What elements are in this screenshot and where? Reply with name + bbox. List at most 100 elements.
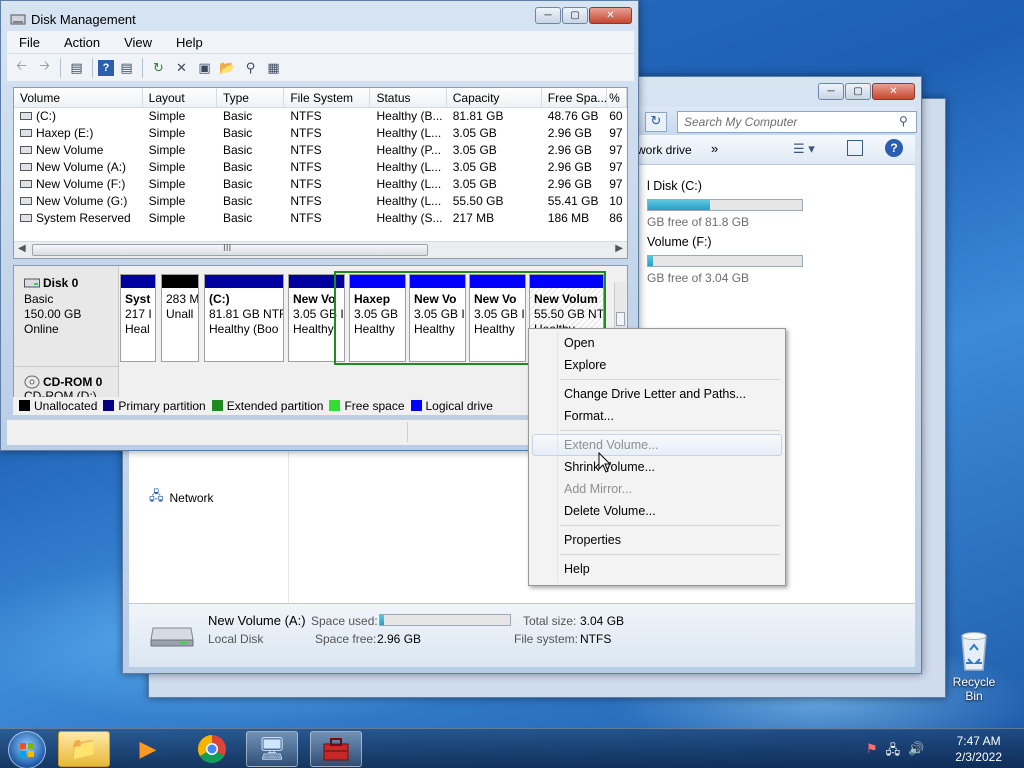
computer-management-icon: 🖥 — [258, 736, 286, 761]
start-button[interactable] — [8, 731, 46, 768]
col-free-space[interactable]: Free Spa... — [542, 88, 608, 107]
col-volume[interactable]: Volume — [14, 88, 143, 107]
menu-item-help[interactable]: Help — [532, 558, 782, 580]
volume-row[interactable]: New Volume (G:) Simple Basic NTFS Healthy (L… — [14, 193, 627, 210]
clock-time: 7:47 AM — [956, 734, 1001, 748]
minimize-button[interactable]: ─ — [818, 83, 844, 100]
refresh-icon[interactable]: ↻ — [645, 112, 667, 132]
menu-action[interactable]: Action — [52, 35, 112, 50]
cell-free: 186 MB — [547, 211, 590, 225]
view-icon[interactable]: ▦ — [263, 57, 284, 78]
volume-row[interactable]: New Volume (A:) Simple Basic NTFS Healthy (L… — [14, 159, 627, 176]
minimize-button[interactable]: ─ — [535, 7, 561, 24]
menu-item-format[interactable]: Format... — [532, 405, 782, 427]
drive-f-usage-bar — [647, 255, 803, 267]
menu-file[interactable]: File — [7, 35, 52, 50]
cell-type: Basic — [222, 160, 253, 174]
properties-icon[interactable]: ▣ — [194, 57, 215, 78]
col-status[interactable]: Status — [370, 88, 447, 107]
cell-free: 2.96 GB — [547, 143, 592, 157]
close-button[interactable]: ✕ — [589, 7, 632, 24]
volume-row[interactable]: Haxep (E:) Simple Basic NTFS Healthy (L... 3.… — [14, 125, 627, 142]
drive-f-name[interactable]: Volume (F:) — [647, 235, 712, 249]
more-commands-chevron-icon[interactable]: » — [711, 141, 718, 156]
network-icon: 🖧 — [149, 488, 164, 503]
toolbar: 🡠 🡢 ▤ ? ▤ ↻ ✕ ▣ 📂 ⚲ ▦ — [7, 53, 634, 81]
partition-block[interactable]: (C:) 81.81 GB NTF Healthy (Boo — [204, 274, 284, 362]
col-layout[interactable]: Layout — [143, 88, 217, 107]
menu-item-properties[interactable]: Properties — [532, 529, 782, 551]
horizontal-scrollbar[interactable]: ◀ III ▶ — [14, 241, 627, 258]
show-hide-console-tree-icon[interactable]: ▤ — [66, 57, 87, 78]
cell-capacity: 3.05 GB — [452, 160, 497, 174]
partition-block[interactable]: 283 M Unall — [161, 274, 199, 362]
map-network-drive-button[interactable]: work drive — [637, 143, 692, 157]
cell-layout: Simple — [148, 160, 186, 174]
disk-0-type: Basic — [24, 292, 54, 306]
cell-status: Healthy (L... — [376, 194, 442, 208]
taskbar-chrome[interactable] — [186, 731, 238, 767]
clock[interactable]: 7:47 AM 2/3/2022 — [955, 733, 1002, 765]
disk-0-label[interactable]: Disk 0 Basic 150.00 GB Online — [14, 266, 119, 366]
menu-item-explore[interactable]: Explore — [532, 354, 782, 376]
help-icon[interactable]: ? — [98, 59, 114, 76]
cell-status: Healthy (L... — [376, 160, 442, 174]
volume-row[interactable]: New Volume (F:) Simple Basic NTFS Healthy (L… — [14, 176, 627, 193]
back-arrow-icon[interactable]: 🡠 — [11, 57, 32, 78]
forward-arrow-icon[interactable]: 🡢 — [34, 57, 55, 78]
refresh-icon[interactable]: ↻ — [148, 57, 169, 78]
menu-help[interactable]: Help — [164, 35, 215, 50]
volume-icon[interactable]: 🔊 — [908, 741, 924, 763]
cell-volume: (C:) — [14, 108, 143, 125]
col-file-system[interactable]: File System — [284, 88, 371, 107]
taskbar-media-player[interactable]: ▶ — [122, 731, 174, 767]
drive-c-name[interactable]: l Disk (C:) — [647, 179, 702, 193]
legend-item: Unallocated — [19, 399, 97, 413]
col-percent-free[interactable]: % — [607, 88, 627, 107]
volume-row[interactable]: New Volume Simple Basic NTFS Healthy (P... 3.… — [14, 142, 627, 159]
preview-pane-icon[interactable] — [847, 140, 863, 156]
cell-fs: NTFS — [290, 143, 322, 157]
menu-item-open[interactable]: Open — [532, 332, 782, 354]
legend-label: Logical drive — [425, 399, 493, 413]
taskbar-computer-management[interactable]: 🖥 — [246, 731, 298, 767]
toolbar-separator — [92, 57, 93, 78]
menu-item-add-mirror: Add Mirror... — [564, 482, 633, 496]
menu-view[interactable]: View — [112, 35, 164, 50]
legend-label: Unallocated — [34, 399, 98, 413]
search-icon[interactable]: ⚲ — [899, 114, 908, 128]
col-capacity[interactable]: Capacity — [447, 88, 542, 107]
action-center-icon[interactable]: ⚑ — [866, 741, 878, 763]
menu-item-delete-volume[interactable]: Delete Volume... — [532, 500, 782, 522]
delete-icon[interactable]: ✕ — [171, 57, 192, 78]
open-folder-icon[interactable]: 📂 — [217, 57, 238, 78]
taskbar-explorer[interactable]: 📁 — [58, 731, 110, 767]
search-icon[interactable]: ⚲ — [240, 57, 261, 78]
partition-block[interactable]: Syst 217 I Heal — [120, 274, 156, 362]
menu-item-shrink-volume[interactable]: Shrink Volume... — [532, 456, 782, 478]
maximize-button[interactable]: ▢ — [562, 7, 588, 24]
partition-line-2: 3.05 GB I — [293, 307, 344, 321]
volume-icon — [20, 146, 32, 154]
cell-type: Basic — [222, 211, 253, 225]
network-status-icon[interactable]: 🖧 — [886, 741, 901, 763]
maximize-button[interactable]: ▢ — [845, 83, 871, 100]
nav-item-network[interactable]: 🖧 Network — [149, 487, 214, 509]
volume-row[interactable]: System Reserved Simple Basic NTFS Healthy (S… — [14, 210, 627, 227]
menu-item-extend-volume: Extend Volume... — [532, 434, 782, 456]
scrollbar-thumb[interactable]: III — [32, 243, 428, 256]
search-input[interactable]: Search My Computer — [677, 111, 917, 133]
scroll-left-icon[interactable]: ◀ — [18, 243, 26, 254]
menu-item-change-drive-letter-and-paths[interactable]: Change Drive Letter and Paths... — [532, 383, 782, 405]
properties-pane-icon[interactable]: ▤ — [116, 57, 137, 78]
view-options-icon[interactable]: ☰ ▾ — [793, 141, 815, 157]
scroll-right-icon[interactable]: ▶ — [615, 243, 623, 254]
close-button[interactable]: ✕ — [872, 83, 915, 100]
recycle-bin[interactable]: Recycle Bin — [944, 628, 1004, 703]
volume-row[interactable]: (C:) Simple Basic NTFS Healthy (B... 81.81 GB… — [14, 108, 627, 125]
disk-map-scroll-thumb[interactable] — [616, 312, 625, 326]
col-type[interactable]: Type — [217, 88, 285, 107]
help-icon[interactable]: ? — [885, 139, 903, 157]
cell-status: Healthy (B... — [376, 109, 443, 123]
taskbar-disk-management[interactable] — [310, 731, 362, 767]
